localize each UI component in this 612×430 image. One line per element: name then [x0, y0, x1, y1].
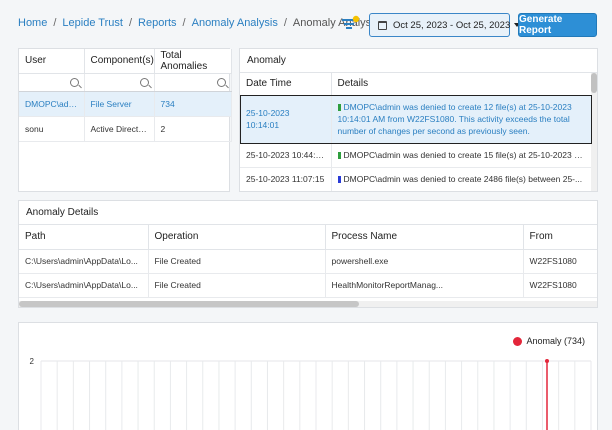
anomaly-chart: 2: [30, 357, 592, 430]
table-row[interactable]: C:\Users\admin\AppData\Lo... File Create…: [19, 249, 597, 274]
process-name-cell: HealthMonitorReportManag...: [325, 273, 524, 298]
filter-funnel-icon[interactable]: [340, 14, 362, 34]
page-header: Home / Lepide Trust / Reports / Anomaly Analys…: [0, 0, 612, 46]
path-cell: C:\Users\admin\AppData\Lo...: [19, 273, 149, 298]
anomaly-panel: Anomaly Date Time Details 25-10-2023 10:…: [239, 48, 598, 192]
search-icon[interactable]: [216, 77, 226, 87]
table-row[interactable]: 25-10-2023 10:14:01 DMOPC\admin was deni…: [240, 95, 593, 144]
from-cell: W22FS1080: [523, 249, 597, 274]
severity-flag-icon: [337, 176, 341, 183]
legend-label: Anomaly (734): [526, 336, 585, 346]
details-text: DMOPC\admin was denied to create 12 file…: [337, 102, 572, 136]
breadcrumb-separator: /: [182, 17, 186, 29]
legend-marker: [513, 336, 523, 346]
y-axis-tick-label: 2: [30, 357, 35, 366]
date-range-dropdown[interactable]: Oct 25, 2023 - Oct 25, 2023: [369, 13, 521, 37]
breadcrumb: Home / Lepide Trust / Reports / Anomaly Analys…: [18, 17, 379, 29]
total-filter-cell[interactable]: [154, 73, 232, 92]
table-row[interactable]: sonu Active Directory 2: [19, 116, 232, 142]
component-filter-cell[interactable]: [84, 73, 155, 92]
horizontal-scrollbar[interactable]: [19, 301, 597, 307]
column-header-operation[interactable]: Operation: [148, 225, 326, 250]
total-anomalies-cell: 2: [154, 116, 232, 142]
from-cell: W22FS1080: [523, 273, 597, 298]
details-text: DMOPC\admin was denied to create 2486 fi…: [343, 174, 583, 184]
anomaly-table: Date Time Details 25-10-2023 10:14:01 DM…: [240, 73, 593, 191]
date-range-value: Oct 25, 2023 - Oct 25, 2023: [393, 19, 511, 31]
breadcrumb-lepide-trust[interactable]: Lepide Trust: [62, 17, 123, 29]
search-icon[interactable]: [139, 77, 149, 87]
total-anomalies-cell: 734: [154, 91, 232, 117]
anomaly-panel-title: Anomaly: [240, 49, 597, 73]
column-header-path[interactable]: Path: [19, 225, 149, 250]
details-cell: DMOPC\admin was denied to create 12 file…: [331, 95, 593, 144]
path-cell: C:\Users\admin\AppData\Lo...: [19, 249, 149, 274]
date-time-cell: 25-10-2023 10:14:01: [240, 95, 332, 144]
component-cell: Active Directory: [84, 116, 155, 142]
users-panel: User Component(s) Total Anomalies DMOPC\…: [18, 48, 232, 192]
chart-data-point[interactable]: [545, 359, 549, 363]
component-cell: File Server: [84, 91, 155, 117]
calendar-icon: [378, 20, 387, 30]
column-header-from[interactable]: From: [523, 225, 597, 250]
breadcrumb-reports[interactable]: Reports: [138, 17, 177, 29]
table-row[interactable]: DMOPC\admin File Server 734: [19, 91, 232, 117]
generate-report-button[interactable]: Generate Report: [518, 13, 597, 37]
column-header-total-anomalies[interactable]: Total Anomalies: [154, 49, 232, 74]
chart-legend[interactable]: Anomaly (734): [513, 336, 585, 346]
anomaly-details-panel: Anomaly Details Path Operation Process N…: [18, 200, 598, 308]
table-row[interactable]: 25-10-2023 11:07:15 DMOPC\admin was deni…: [240, 167, 593, 191]
search-icon[interactable]: [69, 77, 79, 87]
scrollbar-thumb[interactable]: [591, 73, 597, 93]
process-name-cell: powershell.exe: [325, 249, 524, 274]
column-header-components[interactable]: Component(s): [84, 49, 155, 74]
column-header-date-time[interactable]: Date Time: [240, 73, 332, 96]
users-table: User Component(s) Total Anomalies DMOPC\…: [19, 49, 232, 142]
user-cell: sonu: [19, 116, 85, 142]
table-row[interactable]: C:\Users\admin\AppData\Lo... File Create…: [19, 273, 597, 298]
details-text: DMOPC\admin was denied to create 15 file…: [343, 150, 586, 160]
details-cell: DMOPC\admin was denied to create 15 file…: [331, 143, 593, 168]
table-row[interactable]: 25-10-2023 10:44:46 DMOPC\admin was deni…: [240, 143, 593, 168]
vertical-scrollbar[interactable]: [591, 73, 597, 191]
breadcrumb-current: Anomaly Analysis: [292, 17, 380, 29]
details-cell: DMOPC\admin was denied to create 2486 fi…: [331, 167, 593, 191]
breadcrumb-separator: /: [283, 17, 287, 29]
user-cell: DMOPC\admin: [19, 91, 85, 117]
column-header-user[interactable]: User: [19, 49, 85, 74]
user-filter-cell[interactable]: [19, 73, 85, 92]
anomaly-chart-panel: Anomaly (734) 2: [18, 322, 598, 430]
date-time-cell: 25-10-2023 11:07:15: [240, 167, 332, 191]
operation-cell: File Created: [148, 273, 326, 298]
severity-flag-icon: [337, 152, 341, 159]
column-header-details[interactable]: Details: [331, 73, 593, 96]
severity-flag-icon: [337, 104, 341, 111]
column-filter-row: [19, 73, 232, 92]
column-header-process-name[interactable]: Process Name: [325, 225, 524, 250]
breadcrumb-anomaly-analysis[interactable]: Anomaly Analysis: [192, 17, 278, 29]
breadcrumb-home[interactable]: Home: [18, 17, 47, 29]
anomaly-details-table: Path Operation Process Name From C:\User…: [19, 225, 597, 298]
anomaly-details-title: Anomaly Details: [19, 201, 597, 225]
breadcrumb-separator: /: [128, 17, 133, 29]
scrollbar-thumb[interactable]: [19, 301, 359, 307]
date-time-cell: 25-10-2023 10:44:46: [240, 143, 332, 168]
operation-cell: File Created: [148, 249, 326, 274]
breadcrumb-separator: /: [53, 17, 57, 29]
